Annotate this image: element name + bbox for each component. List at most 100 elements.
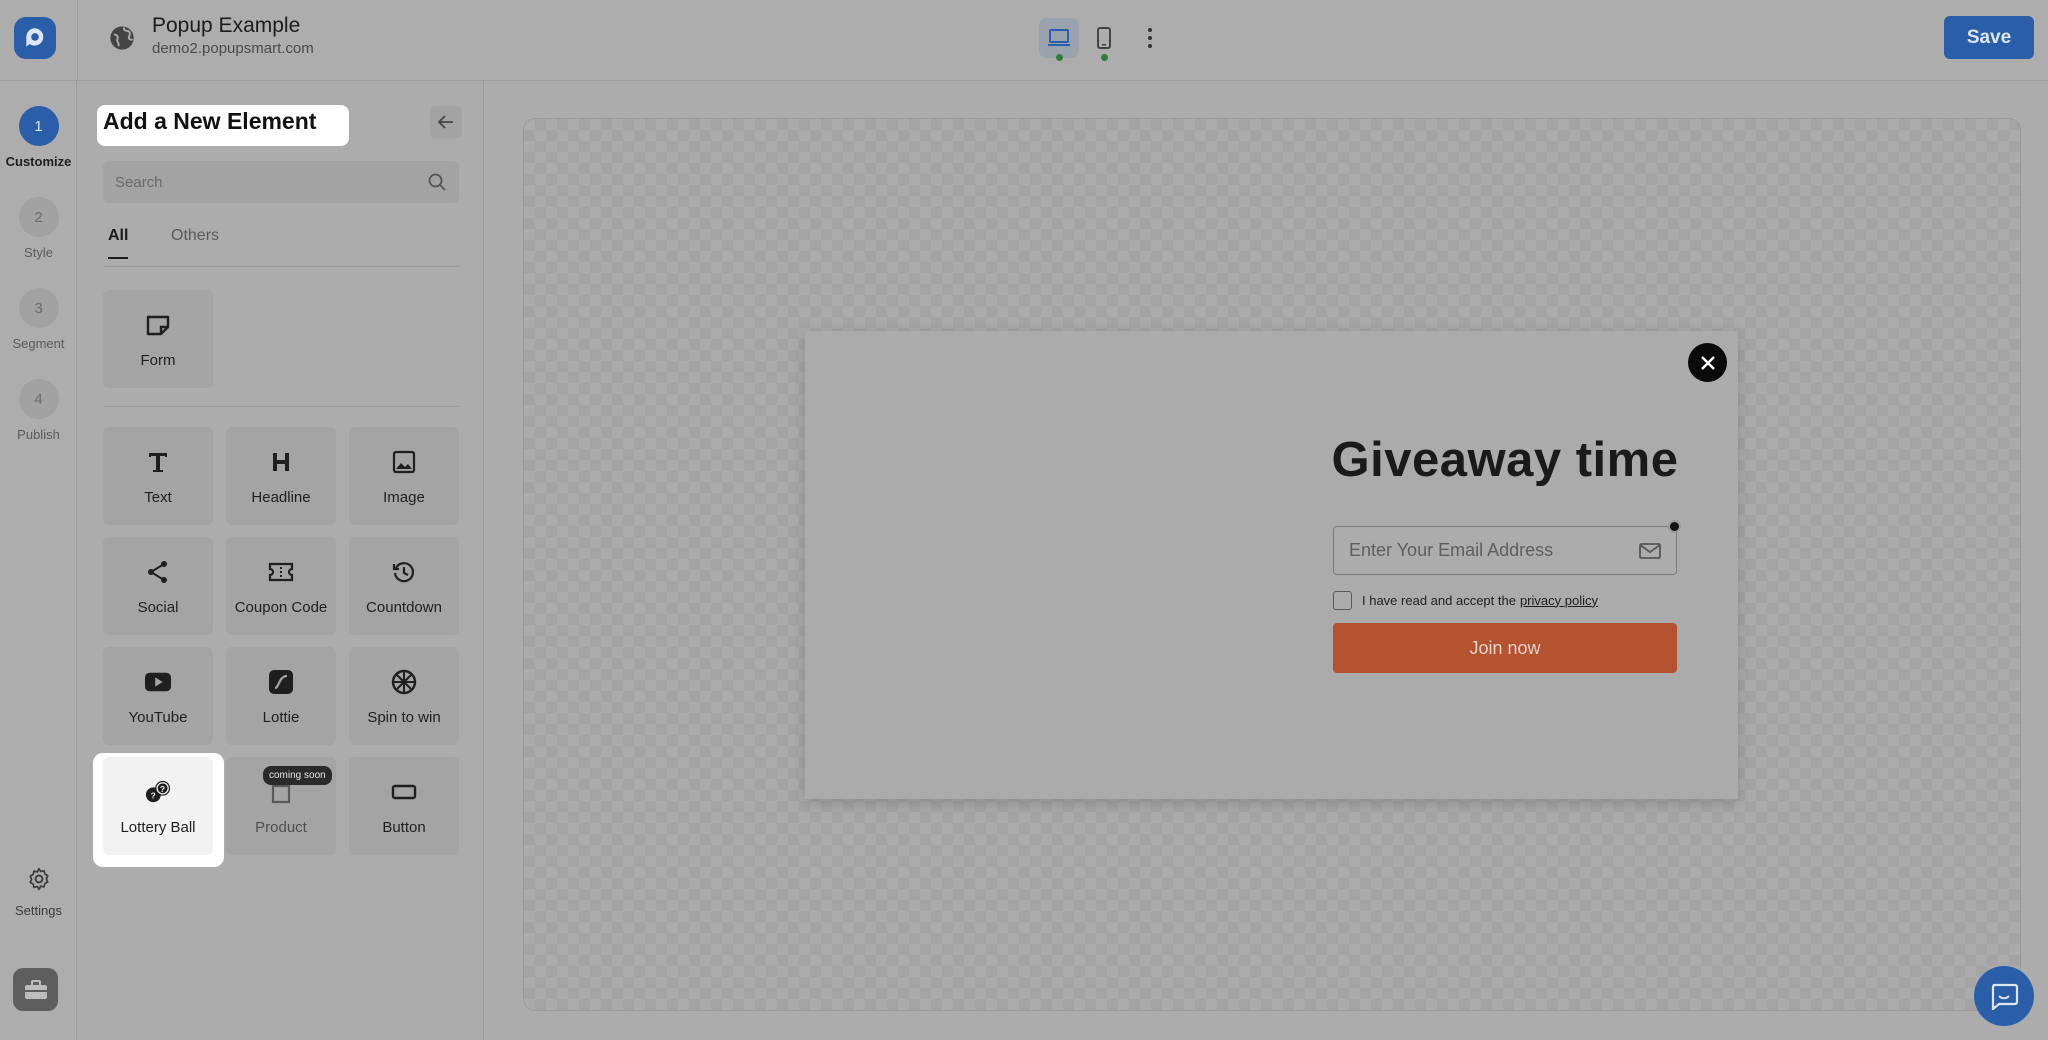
step-style[interactable]: 2 Style bbox=[0, 197, 77, 260]
settings-button[interactable]: Settings bbox=[0, 866, 77, 918]
step-segment[interactable]: 3 Segment bbox=[0, 288, 77, 351]
join-now-button[interactable]: Join now bbox=[1333, 623, 1677, 673]
youtube-icon bbox=[145, 669, 171, 695]
element-countdown[interactable]: Countdown bbox=[349, 537, 459, 635]
step-label: Customize bbox=[5, 154, 72, 169]
tab-others[interactable]: Others bbox=[171, 227, 219, 257]
privacy-policy-link[interactable]: privacy policy bbox=[1520, 593, 1598, 608]
tile-label: Form bbox=[140, 352, 176, 369]
tile-label: Lottery Ball bbox=[120, 819, 196, 836]
tile-label: Text bbox=[144, 489, 172, 506]
tab-all[interactable]: All bbox=[108, 227, 129, 259]
tile-label: Product bbox=[255, 819, 307, 836]
more-dot-icon bbox=[1148, 36, 1152, 40]
step-number: 1 bbox=[18, 106, 59, 146]
countdown-icon bbox=[391, 559, 417, 585]
consent-row: I have read and accept the privacy polic… bbox=[1333, 590, 1598, 610]
svg-text:?: ? bbox=[160, 784, 165, 794]
briefcase-button[interactable] bbox=[13, 968, 58, 1011]
element-coupon-code[interactable]: Coupon Code bbox=[226, 537, 336, 635]
element-form[interactable]: Form bbox=[103, 290, 213, 388]
element-text[interactable]: Text bbox=[103, 427, 213, 525]
element-lottery-ball[interactable]: ?? Lottery Ball bbox=[103, 757, 213, 855]
close-icon bbox=[1700, 355, 1715, 370]
step-label: Segment bbox=[12, 336, 65, 351]
step-label: Publish bbox=[17, 427, 60, 442]
back-button[interactable] bbox=[430, 106, 462, 138]
text-icon bbox=[145, 449, 171, 475]
briefcase-icon bbox=[24, 979, 47, 999]
consent-text: I have read and accept the bbox=[1362, 592, 1516, 608]
mobile-view-button[interactable] bbox=[1084, 18, 1124, 58]
step-publish[interactable]: 4 Publish bbox=[0, 379, 77, 442]
element-headline[interactable]: Headline bbox=[226, 427, 336, 525]
logo-icon bbox=[26, 28, 44, 47]
chat-support-button[interactable] bbox=[1974, 966, 2034, 1026]
step-customize[interactable]: 1 Customize bbox=[0, 106, 77, 169]
coupon-icon bbox=[268, 559, 294, 585]
panel-title: Add a New Element bbox=[103, 108, 317, 134]
element-social[interactable]: Social bbox=[103, 537, 213, 635]
project-title: Popup Example bbox=[152, 14, 301, 37]
coming-soon-badge: coming soon bbox=[263, 766, 332, 785]
steps-sidebar: 1 Customize 2 Style 3 Segment 4 Publish … bbox=[0, 81, 77, 1040]
desktop-icon bbox=[1048, 29, 1070, 46]
popupsmart-logo[interactable] bbox=[14, 17, 56, 59]
chat-icon bbox=[1991, 983, 2019, 1010]
project-url: demo2.popupsmart.com bbox=[152, 40, 314, 57]
element-tabs: All Others bbox=[103, 227, 459, 267]
tile-label: Social bbox=[137, 599, 179, 616]
gear-icon bbox=[28, 867, 49, 891]
step-number: 3 bbox=[18, 288, 59, 328]
share-icon bbox=[145, 559, 171, 585]
top-bar: Popup Example demo2.popupsmart.com Save bbox=[0, 0, 2048, 81]
element-image[interactable]: Image bbox=[349, 427, 459, 525]
popup-headline[interactable]: Giveaway time bbox=[1289, 432, 1721, 488]
wheel-icon bbox=[391, 669, 417, 695]
consent-checkbox[interactable] bbox=[1333, 590, 1352, 610]
lottie-icon bbox=[268, 669, 294, 695]
tile-label: Headline bbox=[251, 489, 311, 506]
search-icon[interactable] bbox=[427, 172, 447, 192]
email-input[interactable] bbox=[1334, 527, 1624, 574]
desktop-view-button[interactable] bbox=[1039, 18, 1079, 58]
search-input[interactable] bbox=[103, 161, 413, 203]
divider bbox=[77, 0, 78, 81]
image-icon bbox=[391, 449, 417, 475]
more-options-button[interactable] bbox=[1138, 22, 1162, 54]
tile-label: Spin to win bbox=[367, 709, 441, 726]
tile-label: Coupon Code bbox=[234, 599, 328, 616]
tile-label: YouTube bbox=[128, 709, 188, 726]
element-youtube[interactable]: YouTube bbox=[103, 647, 213, 745]
step-label: Style bbox=[24, 245, 53, 260]
divider bbox=[103, 406, 459, 407]
button-icon bbox=[391, 779, 417, 805]
desktop-status-dot bbox=[1056, 54, 1063, 61]
tile-label: Image bbox=[383, 489, 425, 506]
more-dot-icon bbox=[1148, 28, 1152, 32]
tile-label: Lottie bbox=[262, 709, 300, 726]
element-button[interactable]: Button bbox=[349, 757, 459, 855]
save-button[interactable]: Save bbox=[1944, 16, 2034, 59]
mail-icon bbox=[1639, 543, 1661, 559]
headline-icon bbox=[268, 449, 294, 475]
popup-close-button[interactable] bbox=[1688, 343, 1727, 382]
step-number: 4 bbox=[18, 379, 59, 419]
tile-label: Button bbox=[382, 819, 426, 836]
svg-text:?: ? bbox=[151, 791, 156, 801]
mobile-status-dot bbox=[1101, 54, 1108, 61]
settings-label: Settings bbox=[15, 903, 62, 918]
lottery-ball-icon: ?? bbox=[145, 779, 171, 805]
element-lottie[interactable]: Lottie bbox=[226, 647, 336, 745]
more-dot-icon bbox=[1148, 44, 1152, 48]
mobile-icon bbox=[1097, 27, 1111, 49]
add-element-panel: Add a New Element All Others Form Text H… bbox=[78, 81, 484, 1040]
element-spin-to-win[interactable]: Spin to win bbox=[349, 647, 459, 745]
required-marker-icon bbox=[1668, 520, 1681, 533]
globe-icon bbox=[110, 26, 134, 50]
step-number: 2 bbox=[18, 197, 59, 237]
arrow-left-icon bbox=[438, 115, 453, 129]
popup-email-field bbox=[1333, 526, 1677, 575]
search-box bbox=[103, 161, 459, 203]
tile-label: Countdown bbox=[366, 599, 442, 616]
